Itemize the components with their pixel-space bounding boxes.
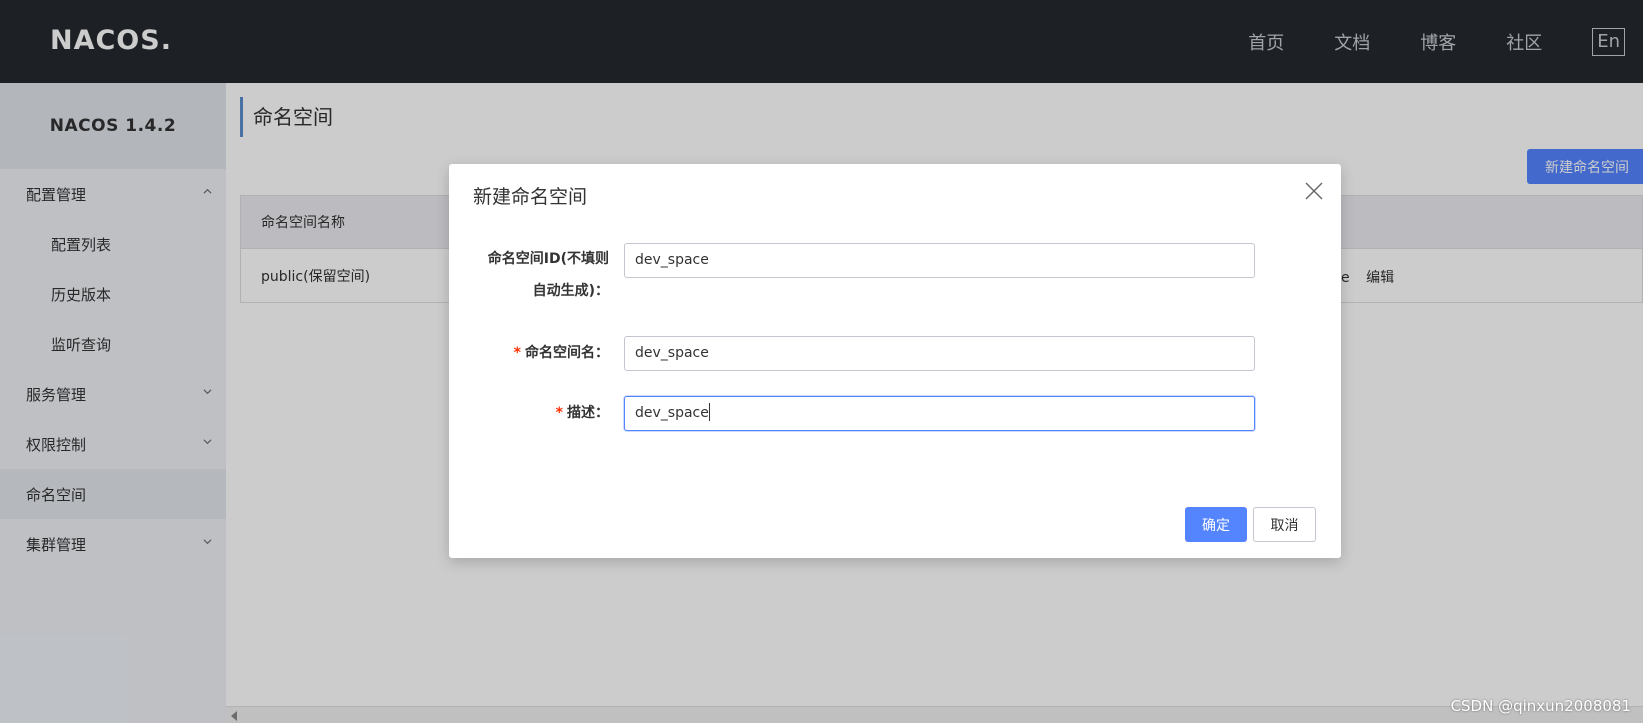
text-caret: [708, 402, 710, 421]
description-input[interactable]: dev_space: [624, 396, 1255, 431]
label-line: 自动生成)：: [532, 283, 609, 299]
namespace-name-input[interactable]: dev_space: [624, 336, 1255, 371]
dialog-title: 新建命名空间: [473, 186, 588, 208]
namespace-id-input[interactable]: dev_space: [624, 243, 1255, 278]
label-text: 命名空间名：: [525, 345, 609, 361]
new-namespace-dialog: 新建命名空间 命名空间ID(不填则 自动生成)： dev_space * 命名空间…: [449, 164, 1341, 558]
namespace-name-label: * 命名空间名：: [469, 336, 609, 370]
confirm-button[interactable]: 确定: [1185, 507, 1247, 542]
label-text: 描述：: [567, 405, 609, 421]
close-icon[interactable]: [1303, 180, 1325, 202]
required-mark: *: [513, 345, 521, 361]
cancel-button[interactable]: 取消: [1253, 507, 1316, 542]
label-line: 命名空间ID(不填则: [487, 251, 609, 267]
description-label: * 描述：: [469, 396, 609, 430]
description-value: dev_space: [635, 405, 709, 421]
required-mark: *: [555, 405, 563, 421]
namespace-id-label: 命名空间ID(不填则 自动生成)：: [469, 243, 609, 307]
watermark: CSDN @qinxun2008081: [1450, 697, 1631, 715]
